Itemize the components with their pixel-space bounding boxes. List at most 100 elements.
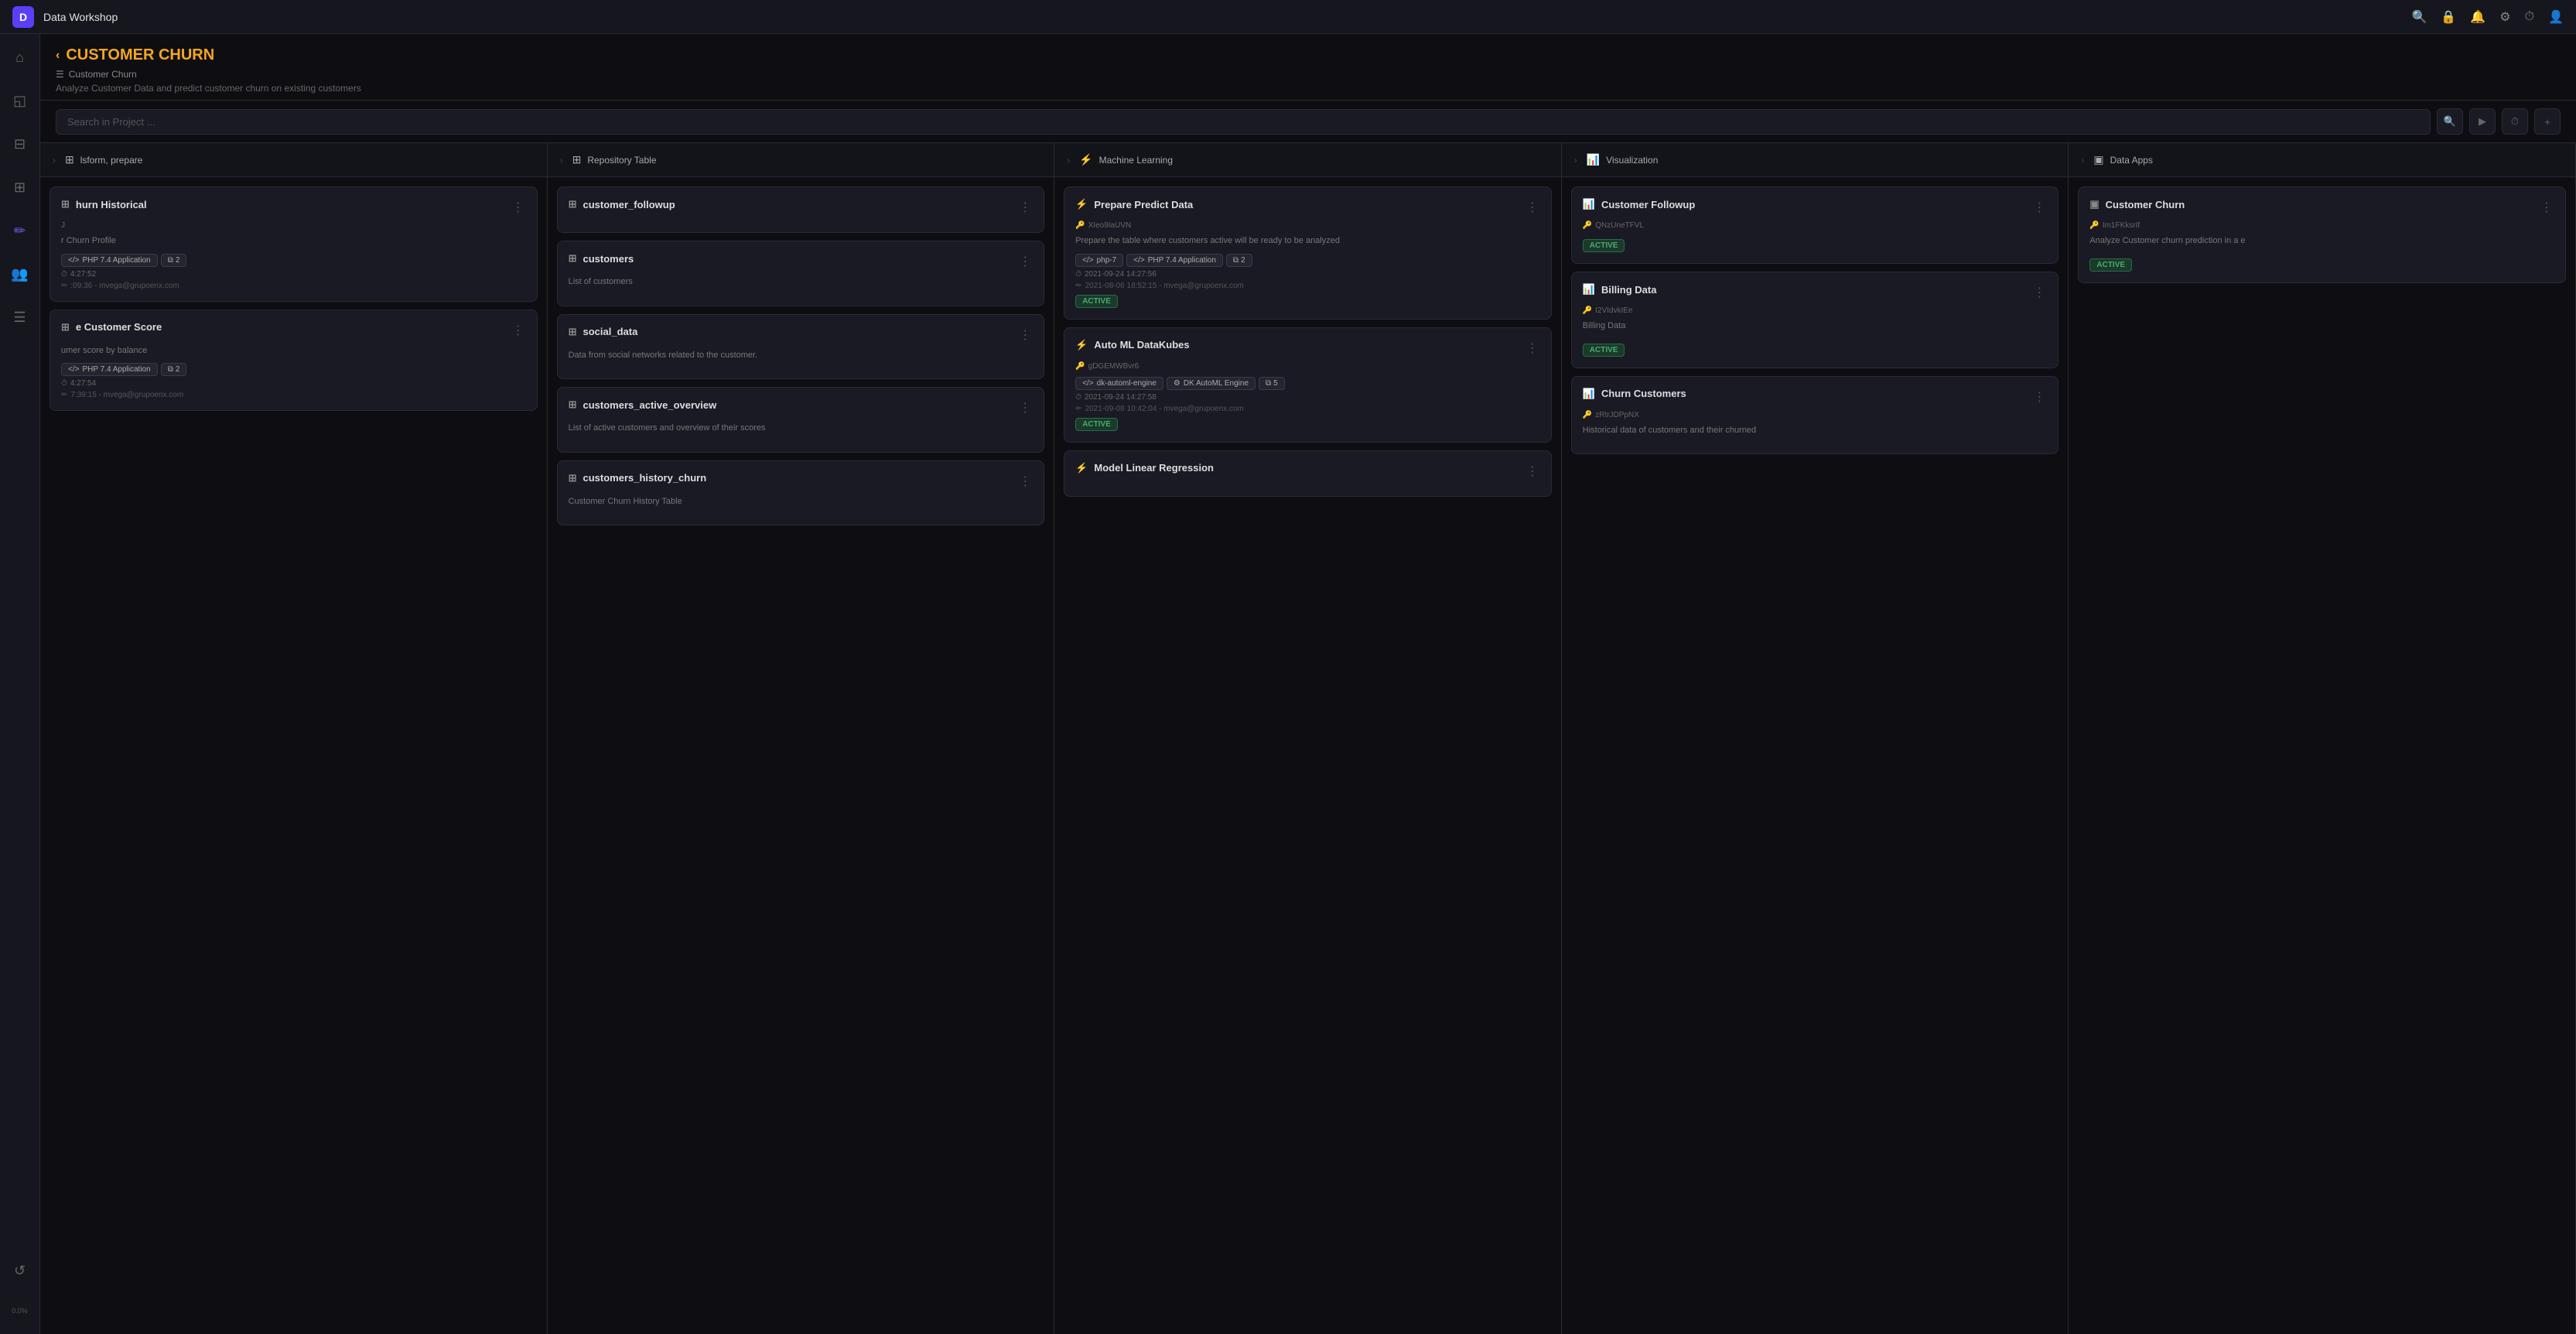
card-menu-btn[interactable]: ⋮	[2031, 198, 2047, 217]
card-automl: ⚡ Auto ML DataKubes ⋮ 🔑 gDGEMWBvr6 </>	[1064, 327, 1552, 443]
card-title-text: customers_active_overview	[583, 399, 717, 411]
bell-icon[interactable]: 🔔	[2470, 9, 2485, 25]
sidebar-bottom: ↺ 0.0%	[6, 1257, 34, 1325]
progress-percent: 0.0%	[6, 1297, 34, 1325]
card-header: ▣ Customer Churn ⋮	[2089, 198, 2554, 217]
card-title-text: customers_history_churn	[583, 472, 707, 484]
meta-label[interactable]: Customer Churn	[69, 69, 137, 80]
project-description: Analyze Customer Data and predict custom…	[56, 83, 2561, 94]
user-avatar[interactable]: 👤	[2548, 9, 2564, 25]
table-icon: ⊞	[569, 198, 577, 210]
card-description: Billing Data	[1583, 320, 2048, 333]
table-icon: ⊞	[569, 398, 577, 411]
main-layout: ⌂ ◱ ⊟ ⊞ ✏ 👥 ☰ ↺ 0.0% ‹ CUSTOMER CHURN ☰ …	[0, 34, 2576, 1334]
card-description: List of customers	[569, 275, 1033, 289]
card-header: ⊞ hurn Historical ⋮	[61, 198, 526, 217]
column-viz: 📊 Customer Followup ⋮ 🔑 QNzUneTFVL ACTIV…	[1562, 177, 2069, 1334]
lock-icon[interactable]: 🔒	[2441, 9, 2456, 25]
card-timestamp: ⏱ 4:27:52	[61, 270, 526, 279]
card-menu-btn[interactable]: ⋮	[1017, 198, 1033, 217]
card-menu-btn[interactable]: ⋮	[1017, 398, 1033, 417]
add-button[interactable]: +	[2534, 108, 2561, 135]
card-menu-btn[interactable]: ⋮	[1525, 198, 1540, 217]
card-menu-btn[interactable]: ⋮	[1017, 472, 1033, 491]
card-title-text: customer_followup	[583, 199, 675, 210]
content-area: ‹ CUSTOMER CHURN ☰ Customer Churn Analyz…	[40, 34, 2576, 1334]
card-tags: </> PHP 7.4 Application ⧉ 2	[61, 363, 526, 376]
card-header: ⚡ Prepare Predict Data ⋮	[1075, 198, 1540, 217]
card-header: ⊞ e Customer Score ⋮	[61, 321, 526, 340]
card-user-edit: ✏ 2021-09-08 10:42:04 - mvega@grupoenx.c…	[1075, 405, 1540, 413]
card-title: ⊞ hurn Historical	[61, 198, 147, 210]
viz-icon: 📊	[1583, 388, 1595, 400]
card-header: 📊 Customer Followup ⋮	[1583, 198, 2048, 217]
activity-icon[interactable]: ⏱	[2525, 10, 2534, 24]
card-description: Data from social networks related to the…	[569, 349, 1033, 362]
app-icon: ▣	[2089, 198, 2099, 210]
sidebar-item-users[interactable]: 👥	[6, 260, 34, 288]
card-description: List of active customers and overview of…	[569, 422, 1033, 435]
column-ml: ⚡ Prepare Predict Data ⋮ 🔑 XIeo9IaUVN Pr…	[1054, 177, 1562, 1334]
card-header: ⊞ social_data ⋮	[569, 326, 1033, 344]
card-title: ⊞ customers_history_churn	[569, 472, 707, 484]
tag-count: ⧉ 2	[1226, 254, 1252, 267]
project-header: ‹ CUSTOMER CHURN ☰ Customer Churn Analyz…	[40, 34, 2576, 101]
col-header-transform: › ⊞ lsform, prepare	[40, 143, 548, 176]
search-input[interactable]	[56, 109, 2431, 135]
card-menu-btn[interactable]: ⋮	[1525, 462, 1540, 481]
col-label-ml: Machine Learning	[1099, 155, 1173, 166]
card-title-text: Customer Churn	[2106, 199, 2185, 210]
run-button[interactable]: ▶	[2469, 108, 2496, 135]
sidebar-item-layers[interactable]: ⊟	[6, 130, 34, 158]
card-title: ⊞ social_data	[569, 326, 638, 338]
card-menu-btn[interactable]: ⋮	[2031, 283, 2047, 302]
back-chevron[interactable]: ‹	[56, 49, 60, 63]
card-title-text: Auto ML DataKubes	[1094, 339, 1189, 351]
card-tags: </> php-7 </> PHP 7.4 Application ⧉ 2	[1075, 254, 1540, 267]
col-header-apps: › ▣ Data Apps	[2069, 143, 2576, 176]
card-model-linear: ⚡ Model Linear Regression ⋮	[1064, 450, 1552, 497]
sidebar-item-home[interactable]: ⌂	[6, 43, 34, 71]
card-menu-btn[interactable]: ⋮	[511, 321, 526, 340]
card-title: ⊞ customer_followup	[569, 198, 675, 210]
card-menu-btn[interactable]: ⋮	[511, 198, 526, 217]
app-logo: D	[12, 6, 34, 28]
card-header: ⊞ customers ⋮	[569, 252, 1033, 271]
sidebar-item-charts[interactable]: ◱	[6, 87, 34, 115]
card-customer-churn-app: ▣ Customer Churn ⋮ 🔑 Im1FKksrIf Analyze …	[2078, 186, 2566, 283]
history-button[interactable]: ⏱	[2502, 108, 2528, 135]
card-title: 📊 Billing Data	[1583, 283, 1657, 296]
card-menu-btn[interactable]: ⋮	[1017, 252, 1033, 271]
card-menu-btn[interactable]: ⋮	[2539, 198, 2554, 217]
card-header: ⚡ Model Linear Regression ⋮	[1075, 462, 1540, 481]
card-user: ✏ 7:39:15 - mvega@grupoenx.com	[61, 391, 526, 399]
card-description: Customer Churn History Table	[569, 495, 1033, 508]
card-sub: J	[61, 221, 526, 230]
card-title: ⊞ customers_active_overview	[569, 398, 717, 411]
topbar: D Data Workshop 🔍 🔒 🔔 ⚙ ⏱ 👤	[0, 0, 2576, 34]
sidebar-item-refresh[interactable]: ↺	[6, 1257, 34, 1284]
search-bar: 🔍 ▶ ⏱ +	[40, 101, 2576, 143]
search-icon[interactable]: 🔍	[2411, 9, 2427, 25]
card-title-text: social_data	[583, 326, 638, 337]
sidebar-item-data[interactable]: ⊞	[6, 173, 34, 201]
card-menu-btn[interactable]: ⋮	[1525, 339, 1540, 357]
viz-icon: 📊	[1583, 198, 1595, 210]
card-header: ⊞ customer_followup ⋮	[569, 198, 1033, 217]
table-icon: ⊞	[569, 472, 577, 484]
card-menu-btn[interactable]: ⋮	[2031, 388, 2047, 406]
sidebar-item-brush[interactable]: ✏	[6, 217, 34, 245]
tag-count: ⧉ 2	[161, 363, 187, 376]
card-customers-active-overview: ⊞ customers_active_overview ⋮ List of ac…	[557, 387, 1045, 453]
card-title-text: hurn Historical	[76, 199, 147, 210]
card-menu-btn[interactable]: ⋮	[1017, 326, 1033, 344]
card-title: 📊 Churn Customers	[1583, 388, 1686, 400]
card-key-id: 🔑 Im1FKksrIf	[2089, 221, 2554, 230]
settings-icon[interactable]: ⚙	[2499, 9, 2510, 25]
card-title-text: e Customer Score	[76, 321, 162, 333]
search-button[interactable]: 🔍	[2437, 108, 2463, 135]
column-transform: ⊞ hurn Historical ⋮ J r Churn Profile </…	[40, 177, 548, 1334]
sidebar-item-docs[interactable]: ☰	[6, 303, 34, 331]
col-header-ml: › ⚡ Machine Learning	[1054, 143, 1562, 176]
card-title-text: Churn Customers	[1601, 388, 1686, 399]
